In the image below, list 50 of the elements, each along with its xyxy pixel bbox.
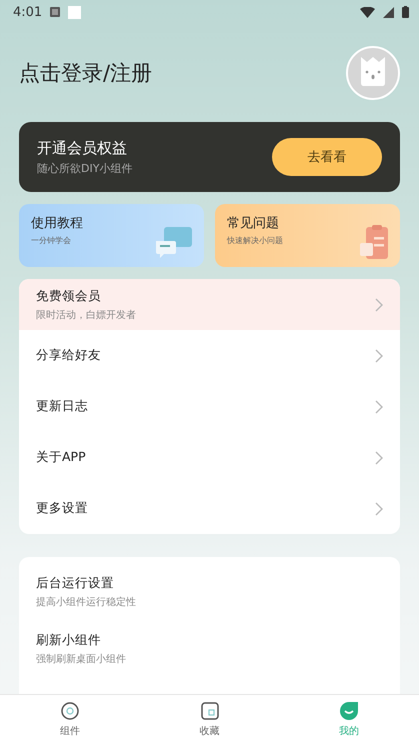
chat-bubbles-icon xyxy=(156,227,192,259)
notification-icon xyxy=(50,7,60,17)
nav-tab[interactable]: 收藏 xyxy=(140,695,280,744)
menu-item[interactable]: 免费领会员 限时活动，白嫖开发者 xyxy=(19,279,400,330)
settings-item[interactable]: 刷新小组件 强制刷新桌面小组件 xyxy=(19,620,400,677)
chevron-right-icon xyxy=(375,502,383,516)
chevron-right-icon xyxy=(375,298,383,312)
tab-label: 组件 xyxy=(60,724,80,738)
chevron-right-icon xyxy=(375,450,383,464)
card-subtitle: 一分钟学会 xyxy=(31,235,72,246)
menu-item[interactable]: 分享给好友 xyxy=(19,330,400,381)
item-title: 分享给好友 xyxy=(36,347,101,364)
item-subtitle: 限时活动，白嫖开发者 xyxy=(36,308,136,322)
login-title[interactable]: 点击登录/注册 xyxy=(19,59,152,87)
battery-icon xyxy=(402,6,409,18)
item-title: 刷新小组件 xyxy=(36,632,102,648)
item-subtitle: 强制刷新桌面小组件 xyxy=(36,652,126,666)
menu-item[interactable]: 更多设置 xyxy=(19,483,400,534)
wifi-icon xyxy=(360,6,375,18)
square-icon xyxy=(200,702,218,720)
card-title: 常见问题 xyxy=(227,215,280,232)
notification-icon xyxy=(68,6,82,18)
item-subtitle: 提高小组件运行稳定性 xyxy=(36,596,136,608)
tab-label: 我的 xyxy=(339,724,360,738)
menu-item[interactable]: 关于APP xyxy=(19,432,400,483)
settings-item[interactable]: 后台运行设置 提高小组件运行稳定性 xyxy=(19,563,400,620)
vip-subtitle: 随心所欲DIY小组件 xyxy=(37,160,132,176)
vip-card[interactable]: 开通会员权益 随心所欲DIY小组件 去看看 xyxy=(19,122,400,192)
avatar-icon[interactable] xyxy=(346,46,400,100)
tutorial-card[interactable]: 使用教程 一分钟学会 xyxy=(19,204,204,267)
tab-label: 收藏 xyxy=(200,724,220,738)
smile-icon xyxy=(340,702,358,720)
item-title: 后台运行设置 xyxy=(36,574,115,592)
view-button[interactable]: 去看看 xyxy=(272,138,382,176)
chevron-right-icon xyxy=(375,400,383,414)
chevron-right-icon xyxy=(375,348,383,362)
item-title: 更新日志 xyxy=(36,398,88,415)
nav-tab[interactable]: 组件 xyxy=(0,695,140,744)
item-title: 更多设置 xyxy=(36,500,88,517)
status-time: 4:01 xyxy=(13,4,42,20)
item-title: 免费领会员 xyxy=(36,288,102,304)
clipboard-icon xyxy=(360,225,388,259)
signal-icon xyxy=(383,6,394,18)
card-title: 使用教程 xyxy=(31,215,84,232)
faq-card[interactable]: 常见问题 快速解决小问题 xyxy=(215,204,400,267)
vip-title: 开通会员权益 xyxy=(37,138,128,158)
menu-item[interactable]: 更新日志 xyxy=(19,381,400,432)
item-title: 关于APP xyxy=(36,449,86,466)
circle-icon xyxy=(60,702,79,720)
card-subtitle: 快速解决小问题 xyxy=(227,235,284,246)
